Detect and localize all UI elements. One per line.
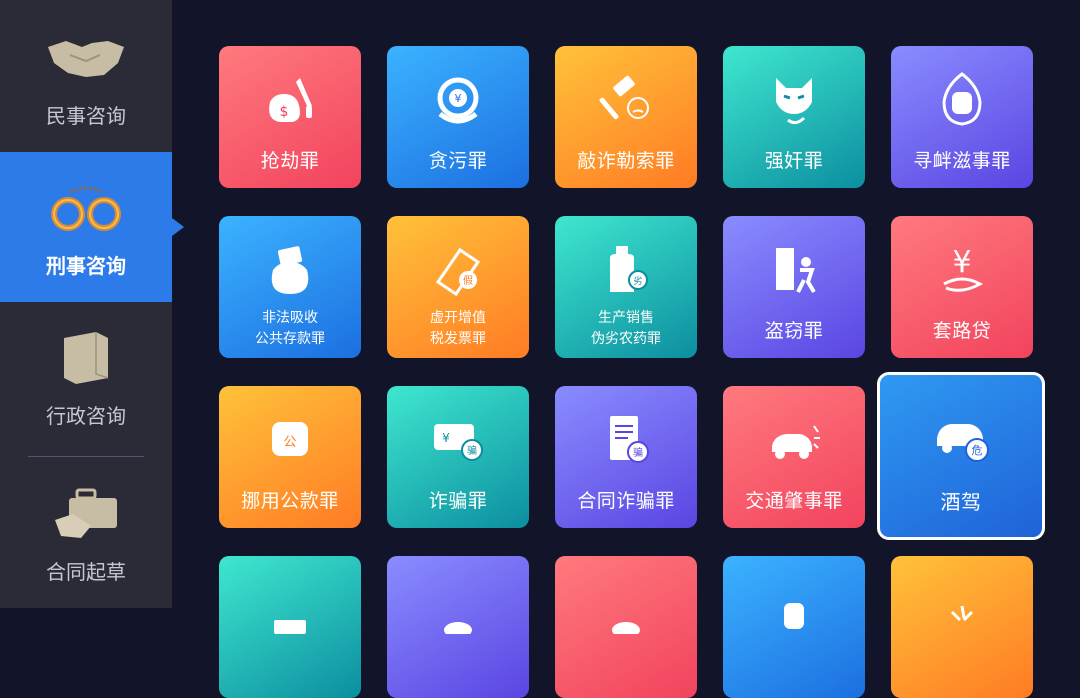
tile-false-invoice-label: 虚开增值 税发票罪 (430, 310, 486, 347)
tile-theft-label: 盗窃罪 (764, 320, 824, 342)
tile-provocation[interactable]: 寻衅滋事罪 (891, 46, 1033, 188)
svg-text:劣: 劣 (633, 275, 642, 287)
tile-embezzlement-label: 贪污罪 (428, 150, 488, 172)
fist-flame-icon (891, 68, 1033, 132)
tile-rape[interactable]: 强奸罪 (723, 46, 865, 188)
tile-rape-label: 强奸罪 (764, 150, 824, 172)
tile-row4-4[interactable] (723, 556, 865, 698)
tile-fraud[interactable]: ¥ 骗 诈骗罪 (387, 386, 529, 528)
fist-public-icon: 公 (219, 408, 361, 472)
fake-invoice-icon: 假 (387, 238, 529, 302)
tile-fake-pesticide-label: 生产销售 伪劣农药罪 (591, 310, 661, 347)
hand-icon (723, 582, 865, 646)
cloud-icon (387, 592, 529, 656)
svg-text:假: 假 (463, 274, 473, 287)
tile-drunk-driving-label: 酒驾 (940, 490, 982, 514)
tile-illegal-deposit-label: 非法吸收 公共存款罪 (255, 310, 325, 347)
tile-extortion[interactable]: 敲诈勒索罪 (555, 46, 697, 188)
svg-text:公: 公 (283, 435, 296, 450)
tile-provocation-label: 寻衅滋事罪 (913, 150, 1011, 172)
tile-fake-pesticide[interactable]: 劣 生产销售 伪劣农药罪 (555, 216, 697, 358)
tile-contract-fraud-label: 合同诈骗罪 (577, 490, 675, 512)
hammer-face-icon (555, 68, 697, 132)
money-hand-icon: ¥ (387, 68, 529, 132)
tile-theft[interactable]: 盗窃罪 (723, 216, 865, 358)
fraud-contract-icon: 骗 (555, 408, 697, 472)
car-crash-icon (723, 408, 865, 472)
tile-drunk-driving[interactable]: 危 酒驾 (877, 372, 1045, 540)
tile-contract-fraud[interactable]: 骗 合同诈骗罪 (555, 386, 697, 528)
fraud-card-icon: ¥ 骗 (387, 408, 529, 472)
svg-text:¥: ¥ (442, 431, 450, 445)
burst-icon (891, 584, 1033, 648)
danger-car-icon: 危 (879, 404, 1043, 468)
tile-embezzlement[interactable]: ¥ 贪污罪 (387, 46, 529, 188)
money-bag-icon (219, 238, 361, 302)
cloud-icon (555, 592, 697, 656)
tile-fraud-label: 诈骗罪 (428, 490, 488, 512)
tile-robbery-label: 抢劫罪 (260, 150, 320, 172)
tile-loan-trap-label: 套路贷 (932, 320, 992, 342)
money-bag-knife-icon: $ (219, 68, 361, 132)
tile-row4-1[interactable] (219, 556, 361, 698)
pesticide-bottle-icon: 劣 (555, 238, 697, 302)
tile-row4-2[interactable] (387, 556, 529, 698)
tile-loan-trap[interactable]: ¥ 套路贷 (891, 216, 1033, 358)
svg-text:$: $ (280, 104, 289, 120)
svg-text:¥: ¥ (952, 245, 971, 280)
svg-text:骗: 骗 (633, 446, 643, 459)
svg-text:危: 危 (972, 444, 983, 457)
tile-illegal-deposit[interactable]: 非法吸收 公共存款罪 (219, 216, 361, 358)
yen-coil-icon: ¥ (891, 238, 1033, 302)
tile-traffic-accident[interactable]: 交通肇事罪 (723, 386, 865, 528)
tile-row4-5[interactable] (891, 556, 1033, 698)
tile-misappropriation[interactable]: 公 挪用公款罪 (219, 386, 361, 528)
tile-row4-3[interactable] (555, 556, 697, 698)
crime-category-grid: $ 抢劫罪 ¥ 贪污罪 敲诈勒索罪 强奸罪 寻衅滋事罪 非法吸收 公共存款罪 假… (0, 0, 1080, 698)
tile-robbery[interactable]: $ 抢劫罪 (219, 46, 361, 188)
tile-misappropriation-label: 挪用公款罪 (241, 490, 339, 512)
tile-false-invoice[interactable]: 假 虚开增值 税发票罪 (387, 216, 529, 358)
svg-text:¥: ¥ (455, 92, 462, 105)
wolf-icon (723, 68, 865, 132)
card-icon (219, 592, 361, 656)
tile-extortion-label: 敲诈勒索罪 (577, 150, 675, 172)
thief-door-icon (723, 238, 865, 302)
tile-traffic-accident-label: 交通肇事罪 (745, 490, 843, 512)
svg-text:骗: 骗 (467, 444, 477, 457)
